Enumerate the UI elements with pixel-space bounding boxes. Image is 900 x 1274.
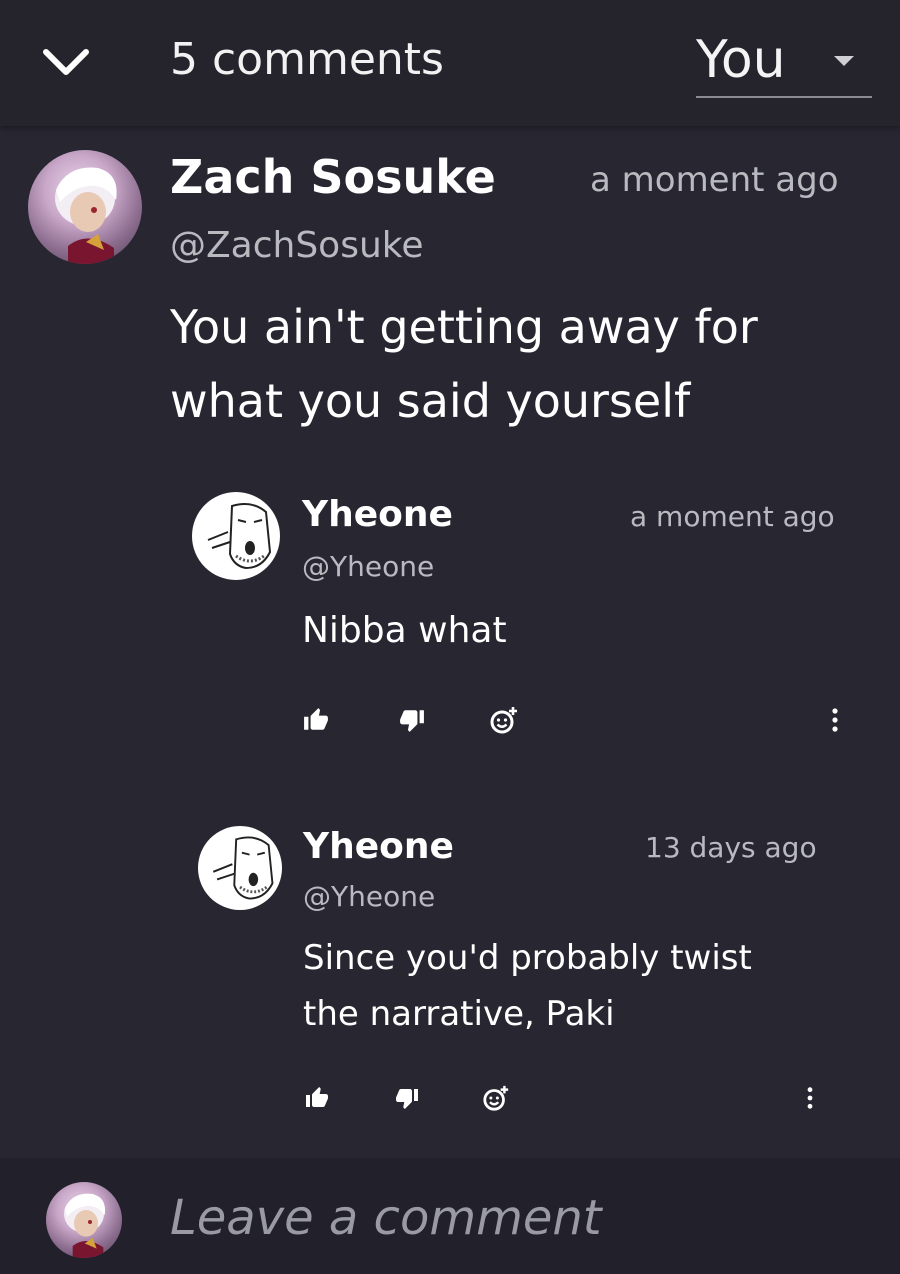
more-vertical-icon	[832, 708, 838, 732]
thumbs-down-icon	[396, 1089, 418, 1109]
comment-count: 5 comments	[170, 34, 444, 85]
reply-handle: @Yheone	[302, 550, 435, 583]
anime-avatar-icon	[64, 1193, 106, 1258]
dislike-button[interactable]	[387, 1078, 427, 1118]
wojak-avatar-icon	[207, 503, 272, 570]
comments-header: 5 comments You	[0, 0, 900, 126]
reply-handle: @Yheone	[303, 880, 436, 913]
thumbs-up-icon	[304, 708, 328, 730]
reply-timestamp: 13 days ago	[645, 831, 817, 864]
add-reaction-button[interactable]	[476, 1078, 516, 1118]
caret-down-icon	[834, 56, 854, 66]
comment-text-line: what you said yourself	[170, 374, 691, 428]
like-button[interactable]	[297, 1078, 337, 1118]
comment-author[interactable]: Zach Sosuke	[170, 150, 496, 204]
reply-text-line: Since you'd probably twist	[303, 938, 752, 978]
avatar[interactable]	[198, 826, 282, 910]
reply-text-line: the narrative, Paki	[303, 994, 615, 1034]
avatar[interactable]	[46, 1182, 122, 1258]
reply-author[interactable]: Yheone	[303, 826, 454, 867]
comment-input[interactable]	[170, 1188, 850, 1248]
more-options-button[interactable]	[815, 700, 855, 740]
avatar[interactable]	[192, 492, 280, 580]
reply-author[interactable]: Yheone	[302, 494, 453, 535]
thumbs-down-icon	[400, 710, 424, 732]
reply-timestamp: a moment ago	[630, 500, 835, 533]
like-button[interactable]	[296, 700, 336, 740]
comment-timestamp: a moment ago	[590, 160, 839, 200]
thumbs-up-icon	[306, 1087, 328, 1107]
add-emoji-icon	[483, 1085, 509, 1111]
more-options-button[interactable]	[790, 1078, 830, 1118]
add-emoji-icon	[490, 707, 517, 734]
sort-dropdown[interactable]: You	[696, 26, 872, 98]
reply-text-line: Nibba what	[302, 610, 507, 651]
wojak-avatar-icon	[212, 836, 274, 900]
dislike-button[interactable]	[392, 700, 432, 740]
avatar[interactable]	[28, 150, 142, 264]
add-reaction-button[interactable]	[484, 700, 524, 740]
chevron-down-icon[interactable]	[38, 38, 94, 86]
comment-composer	[0, 1158, 900, 1274]
comment-handle: @ZachSosuke	[170, 225, 424, 266]
sort-selected-value: You	[696, 30, 786, 90]
anime-avatar-icon	[55, 167, 117, 264]
comment-text-line: You ain't getting away for	[170, 300, 758, 354]
more-vertical-icon	[807, 1087, 813, 1109]
